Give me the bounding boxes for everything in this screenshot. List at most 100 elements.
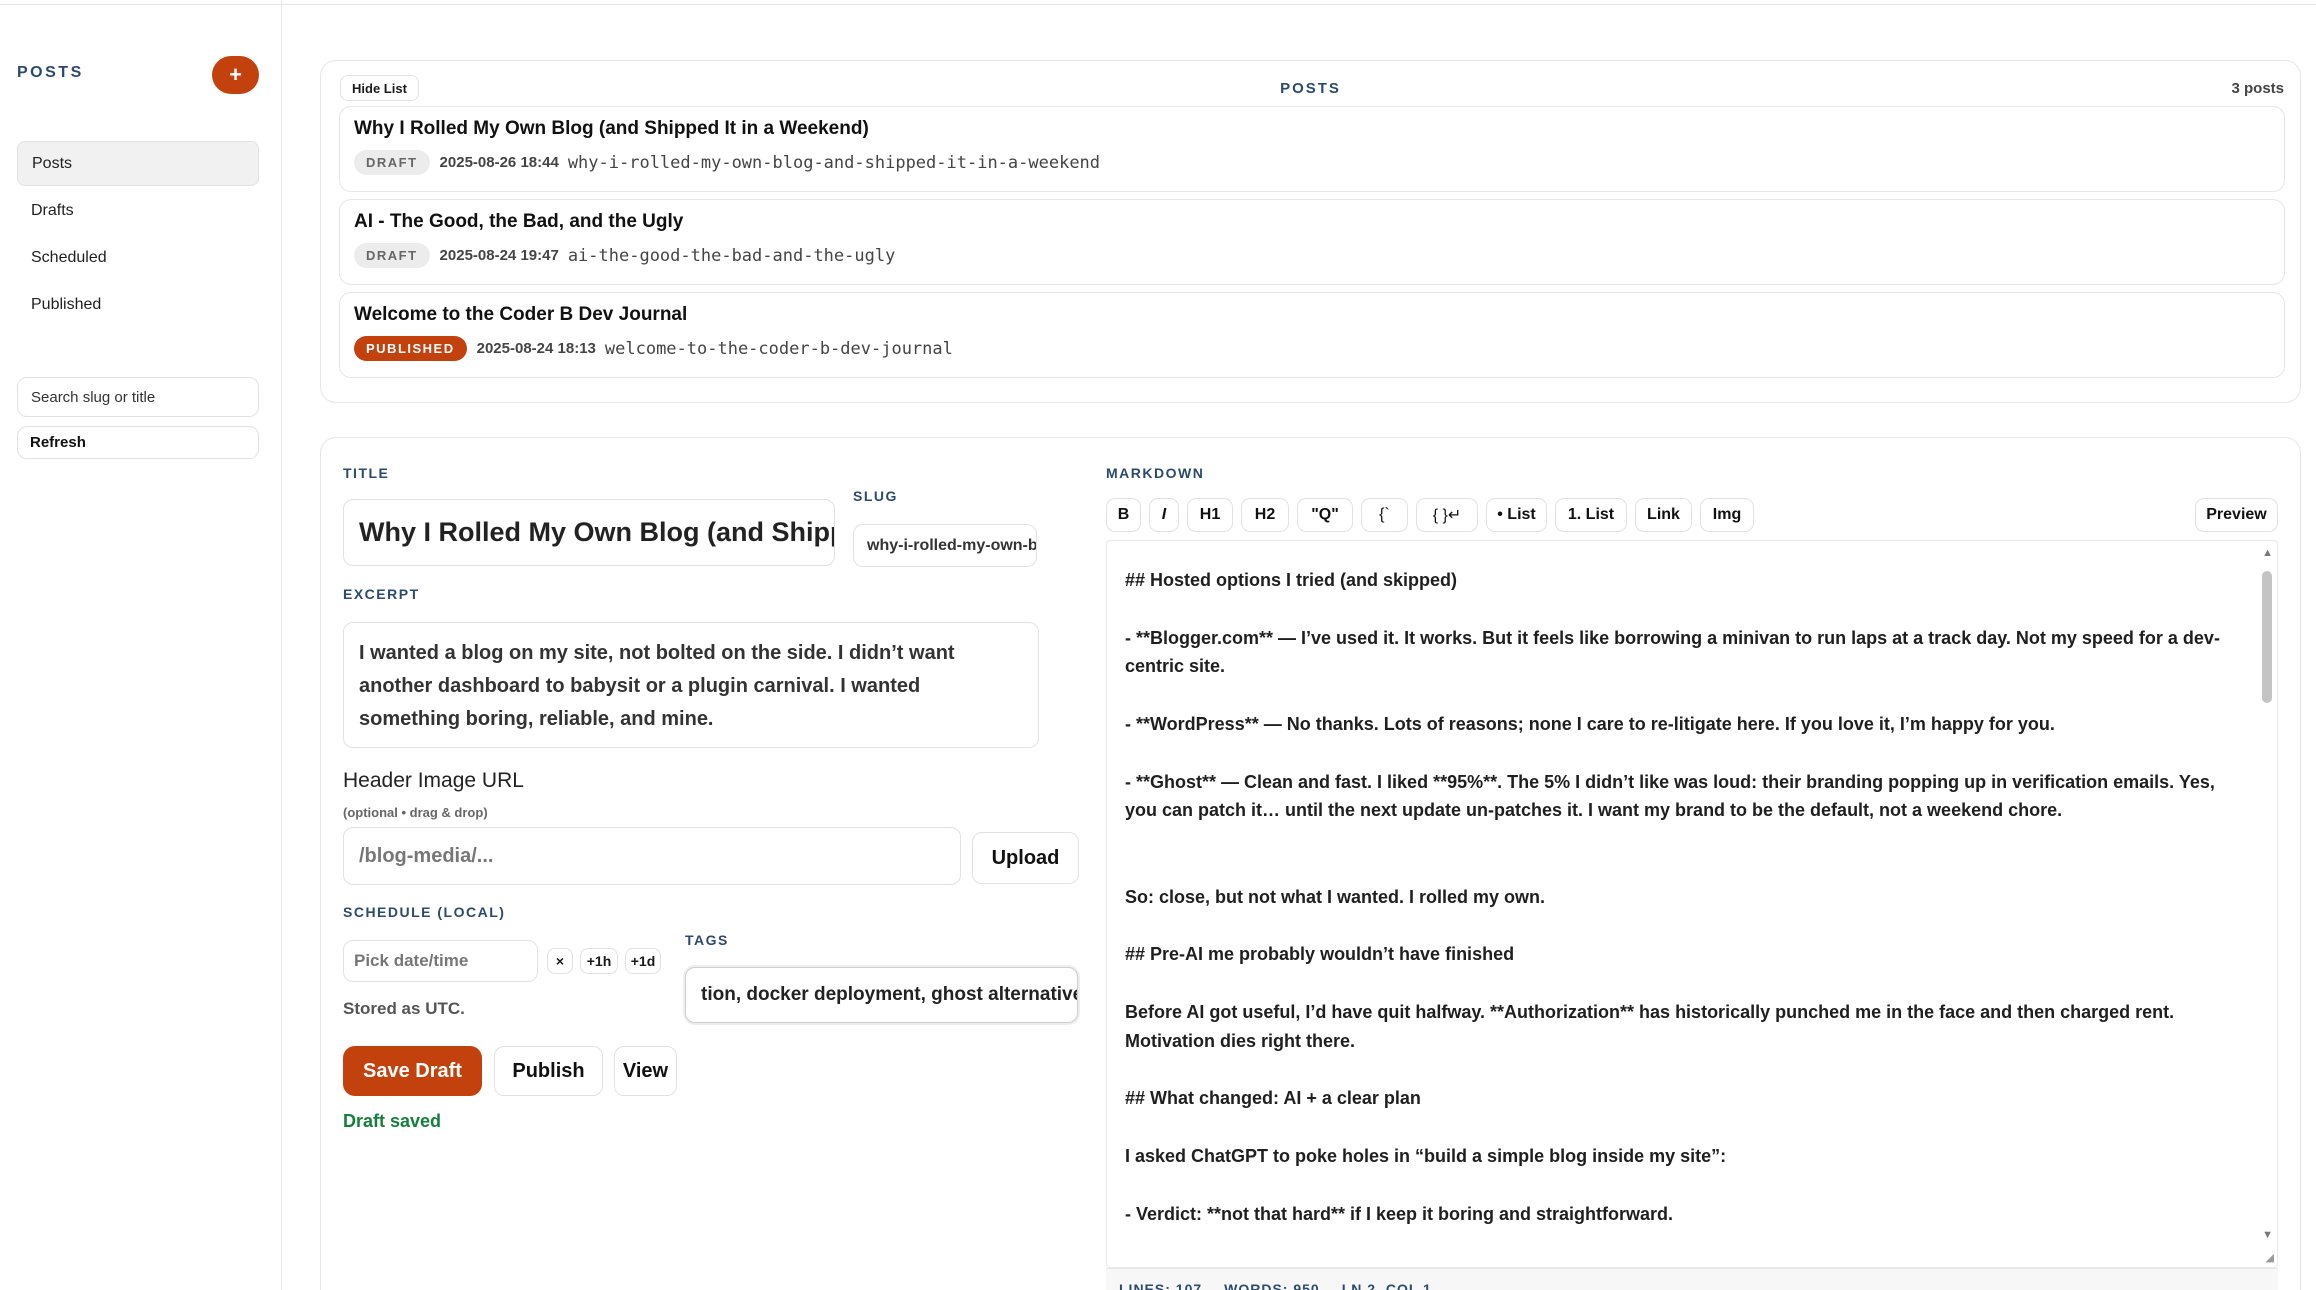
markdown-line: I asked ChatGPT to poke holes in “build …: [1125, 1145, 1727, 1166]
scrollbar-thumb[interactable]: [2262, 571, 2272, 703]
post-row[interactable]: Welcome to the Coder B Dev Journal PUBLI…: [339, 292, 2285, 378]
publish-button[interactable]: Publish: [494, 1046, 603, 1096]
link-button[interactable]: Link: [1635, 498, 1692, 532]
markdown-line: [1125, 739, 2225, 768]
stored-as-utc-note: Stored as UTC.: [343, 999, 465, 1018]
save-draft-button[interactable]: Save Draft: [343, 1046, 482, 1096]
view-button[interactable]: View: [614, 1046, 677, 1096]
h2-button[interactable]: H2: [1241, 498, 1289, 532]
sidebar-item-scheduled[interactable]: Scheduled: [17, 235, 259, 280]
markdown-line: [1125, 854, 2225, 883]
posts-count: 3 posts: [2231, 80, 2284, 97]
sidebar-nav: Posts Drafts Scheduled Published: [17, 141, 259, 329]
sidebar-item-published[interactable]: Published: [17, 282, 259, 327]
markdown-line: - **WordPress** — No thanks. Lots of rea…: [1125, 713, 2055, 734]
scroll-up-arrow-icon[interactable]: ▲: [2262, 547, 2273, 559]
scroll-down-arrow-icon[interactable]: ▼: [2262, 1229, 2273, 1241]
post-date: 2025-08-24 19:47: [439, 247, 559, 264]
sidebar-title: POSTS: [17, 64, 84, 81]
new-post-button[interactable]: +: [212, 56, 259, 94]
top-divider: [0, 4, 2316, 5]
tags-label: TAGS: [685, 932, 729, 948]
sidebar-header: POSTS +: [17, 56, 259, 96]
bullet-list-button[interactable]: • List: [1486, 498, 1547, 532]
word-count: WORDS: 950: [1224, 1280, 1320, 1290]
inline-code-button[interactable]: {`: [1361, 498, 1408, 532]
editor-status-bar: LINES: 107 WORDS: 950 LN 2, COL 1: [1106, 1268, 2278, 1290]
save-status-message: Draft saved: [343, 1111, 442, 1131]
upload-button[interactable]: Upload: [972, 832, 1079, 884]
post-meta: DRAFT 2025-08-26 18:44 why-i-rolled-my-o…: [354, 150, 1100, 175]
post-slug: welcome-to-the-coder-b-dev-journal: [604, 338, 953, 359]
markdown-line: ## Hosted options I tried (and skipped): [1125, 570, 1458, 590]
markdown-line: ## What changed: AI + a clear plan: [1125, 1088, 1421, 1109]
schedule-label: SCHEDULE (LOCAL): [343, 904, 506, 920]
markdown-line: [1125, 825, 2225, 854]
markdown-line: ## Pre-AI me probably wouldn’t have fini…: [1125, 944, 1515, 965]
tags-input[interactable]: tion, docker deployment, ghost alternati…: [685, 967, 1078, 1023]
markdown-line: - **Blogger.com** — I’ve used it. It wor…: [1125, 627, 2220, 677]
slug-input[interactable]: why-i-rolled-my-own-blog-and-shipped-it-…: [853, 524, 1037, 567]
post-date: 2025-08-26 18:44: [439, 154, 559, 171]
title-input[interactable]: Why I Rolled My Own Blog (and Shipped It…: [343, 499, 835, 566]
post-title: AI - The Good, the Bad, and the Ugly: [354, 211, 684, 232]
post-slug: why-i-rolled-my-own-blog-and-shipped-it-…: [567, 152, 1101, 173]
markdown-textarea[interactable]: ## Hosted options I tried (and skipped) …: [1106, 540, 2278, 1268]
posts-list-panel: Hide List POSTS 3 posts Why I Rolled My …: [320, 60, 2301, 403]
post-date: 2025-08-24 18:13: [476, 340, 596, 357]
image-button[interactable]: Img: [1700, 498, 1754, 532]
post-row[interactable]: AI - The Good, the Bad, and the Ugly DRA…: [339, 199, 2285, 285]
markdown-line: [1125, 1171, 2225, 1200]
posts-panel-heading: POSTS: [1280, 80, 1341, 97]
status-badge: DRAFT: [354, 150, 430, 175]
markdown-line: [1125, 681, 2225, 710]
search-input[interactable]: Search slug or title: [17, 377, 259, 417]
refresh-button[interactable]: Refresh: [17, 426, 259, 459]
close-icon: ×: [555, 953, 565, 969]
markdown-label: MARKDOWN: [1106, 465, 1205, 481]
header-image-url-input[interactable]: /blog-media/...: [343, 827, 961, 885]
markdown-line: [1125, 595, 2225, 624]
post-slug: ai-the-good-the-bad-and-the-ugly: [567, 245, 896, 266]
clear-schedule-button[interactable]: ×: [547, 948, 573, 974]
markdown-line: - **Ghost** — Clean and fast. I liked **…: [1125, 771, 2215, 821]
post-meta: DRAFT 2025-08-24 19:47 ai-the-good-the-b…: [354, 243, 895, 268]
markdown-line: Before AI got useful, I’d have quit half…: [1125, 1001, 2175, 1051]
plus-1h-button[interactable]: +1h: [580, 948, 618, 974]
post-editor-panel: TITLE Why I Rolled My Own Blog (and Ship…: [320, 437, 2301, 1290]
slug-label: SLUG: [853, 488, 898, 504]
italic-button[interactable]: I: [1149, 498, 1179, 532]
excerpt-label: EXCERPT: [343, 586, 420, 602]
plus-1d-button[interactable]: +1d: [625, 948, 661, 974]
h1-button[interactable]: H1: [1187, 498, 1233, 532]
status-badge: PUBLISHED: [354, 336, 467, 361]
quote-button[interactable]: "Q": [1297, 498, 1353, 532]
resize-handle-icon[interactable]: ◢: [2266, 1251, 2274, 1264]
markdown-line: [1125, 1113, 2225, 1142]
markdown-scrollbar[interactable]: ▲ ▼: [2257, 541, 2277, 1267]
cursor-position: LN 2, COL 1: [1341, 1280, 1432, 1290]
excerpt-textarea[interactable]: I wanted a blog on my site, not bolted o…: [343, 622, 1039, 748]
markdown-line: - Verdict: **not that hard** if I keep i…: [1125, 1203, 1674, 1224]
markdown-line: [1125, 912, 2225, 941]
post-title: Why I Rolled My Own Blog (and Shipped It…: [354, 118, 869, 139]
status-badge: DRAFT: [354, 243, 430, 268]
markdown-content: ## Hosted options I tried (and skipped) …: [1125, 566, 2225, 1228]
markdown-line: So: close, but not what I wanted. I roll…: [1125, 886, 1546, 907]
header-image-note: (optional • drag & drop): [343, 805, 488, 820]
sidebar: POSTS + Posts Drafts Scheduled Published…: [0, 0, 282, 1290]
post-meta: PUBLISHED 2025-08-24 18:13 welcome-to-th…: [354, 336, 953, 361]
sidebar-item-drafts[interactable]: Drafts: [17, 188, 259, 233]
sidebar-item-posts[interactable]: Posts: [17, 141, 259, 186]
post-title: Welcome to the Coder B Dev Journal: [354, 304, 688, 325]
markdown-line: [1125, 1056, 2225, 1085]
numbered-list-button[interactable]: 1. List: [1555, 498, 1627, 532]
code-block-button[interactable]: { }↵: [1416, 498, 1478, 532]
plus-icon: +: [229, 62, 242, 87]
preview-button[interactable]: Preview: [2195, 498, 2278, 532]
schedule-datetime-input[interactable]: Pick date/time: [343, 940, 538, 982]
header-image-label: Header Image URL: [343, 769, 524, 792]
post-row[interactable]: Why I Rolled My Own Blog (and Shipped It…: [339, 106, 2285, 192]
bold-button[interactable]: B: [1106, 498, 1141, 532]
markdown-line: [1125, 969, 2225, 998]
